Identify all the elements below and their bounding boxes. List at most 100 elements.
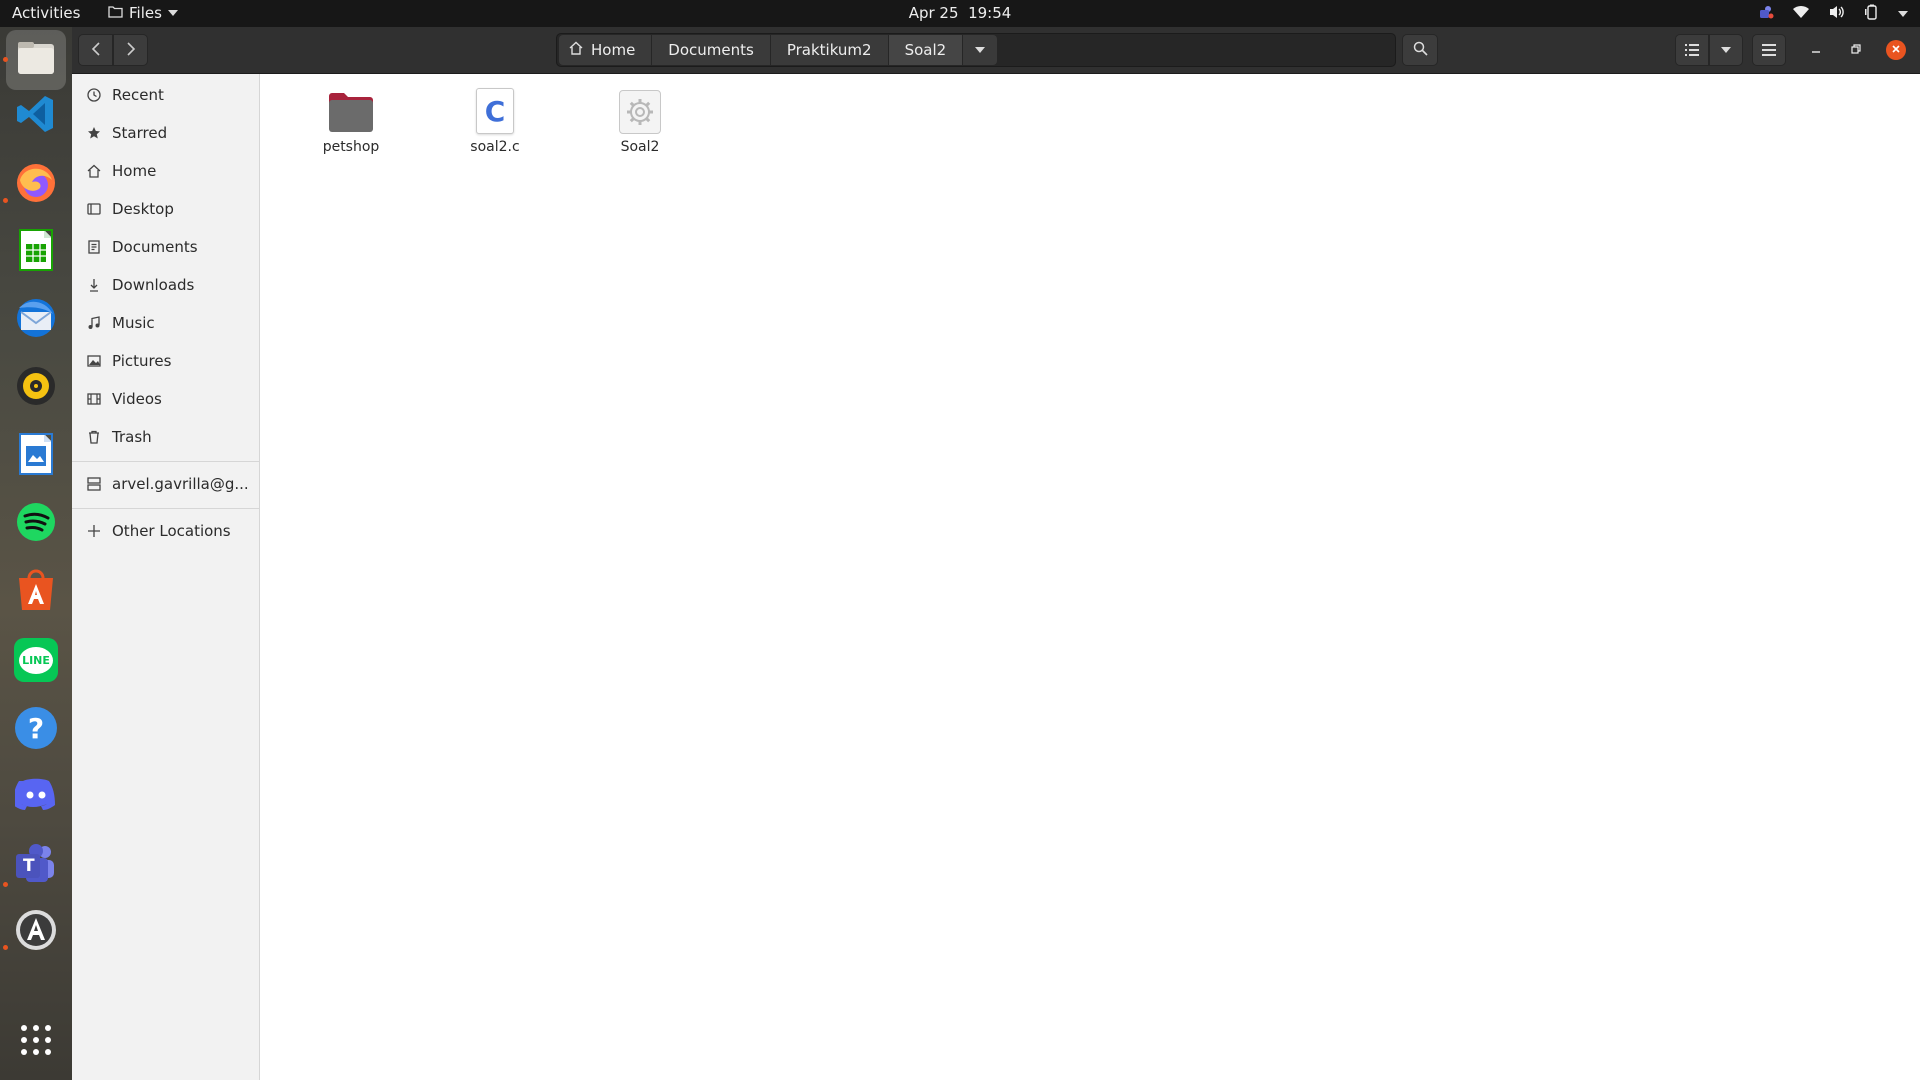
- file-view[interactable]: petshop C soal2.c Soal2: [261, 74, 1920, 1080]
- hamburger-menu-icon: [1762, 41, 1776, 60]
- file-item[interactable]: petshop: [296, 84, 406, 155]
- sidebar-item-label: Starred: [112, 124, 168, 142]
- back-button[interactable]: [78, 34, 113, 66]
- executable-file-icon: [585, 84, 695, 134]
- sidebar-item-label: Documents: [112, 238, 198, 256]
- breadcrumb-label: Documents: [668, 41, 754, 59]
- sidebar-item-label: Music: [112, 314, 155, 332]
- file-item[interactable]: C soal2.c: [440, 84, 550, 155]
- dock-writer[interactable]: [11, 431, 61, 481]
- wifi-icon[interactable]: [1792, 5, 1810, 23]
- video-icon: [86, 391, 102, 407]
- sidebar-item-recent[interactable]: Recent: [72, 77, 260, 113]
- sidebar-item-music[interactable]: Music: [72, 305, 260, 341]
- battery-icon[interactable]: [1864, 4, 1880, 24]
- sidebar-item-videos[interactable]: Videos: [72, 381, 260, 417]
- dock-updater[interactable]: [11, 907, 61, 957]
- list-view-icon: [1685, 41, 1699, 60]
- trash-icon: [86, 429, 102, 445]
- c-glyph: C: [484, 94, 506, 128]
- sidebar-divider: [72, 461, 260, 462]
- search-icon: [1413, 41, 1428, 60]
- picture-icon: [86, 353, 102, 369]
- chevron-down-icon: [975, 47, 986, 53]
- software-updater-icon: [14, 908, 58, 956]
- sidebar-item-label: Desktop: [112, 200, 174, 218]
- sidebar-item-label: Videos: [112, 390, 162, 408]
- dock-help[interactable]: ?: [11, 703, 61, 753]
- app-menu-label: Files: [129, 4, 162, 22]
- minimize-button[interactable]: [1806, 40, 1826, 60]
- dock-vscode[interactable]: [11, 91, 61, 141]
- c-source-file-icon: C: [440, 84, 550, 134]
- sidebar: Recent Starred Home Desktop Documents Do…: [72, 74, 260, 1080]
- activities-button[interactable]: Activities: [12, 4, 80, 22]
- dock-rhythmbox[interactable]: [11, 363, 61, 413]
- close-button[interactable]: [1886, 40, 1906, 60]
- clock-time: 19:54: [968, 4, 1012, 22]
- teams-tray-icon[interactable]: [1758, 4, 1774, 24]
- location-menu-button[interactable]: [963, 35, 998, 65]
- chevron-left-icon: [91, 41, 101, 60]
- sidebar-item-label: Trash: [112, 428, 152, 446]
- breadcrumb-documents[interactable]: Documents: [652, 35, 771, 65]
- dock-thunderbird[interactable]: [11, 295, 61, 345]
- volume-icon[interactable]: [1828, 4, 1846, 24]
- breadcrumb-praktikum2[interactable]: Praktikum2: [770, 35, 889, 65]
- teams-icon: T: [14, 842, 58, 886]
- clock: Apr 25 19:54: [0, 4, 1920, 22]
- search-button[interactable]: [1402, 34, 1438, 66]
- documents-icon: [86, 239, 102, 255]
- sidebar-item-home[interactable]: Home: [72, 153, 260, 189]
- forward-button[interactable]: [113, 34, 148, 66]
- view-toggle-button[interactable]: [1675, 34, 1709, 66]
- dock-spotify[interactable]: [11, 499, 61, 549]
- running-indicator: [3, 198, 8, 203]
- sidebar-item-starred[interactable]: Starred: [72, 115, 260, 151]
- sidebar-item-desktop[interactable]: Desktop: [72, 191, 260, 227]
- home-icon: [86, 163, 102, 179]
- dock-teams[interactable]: T: [11, 839, 61, 889]
- file-item[interactable]: Soal2: [585, 84, 695, 155]
- maximize-button[interactable]: [1846, 40, 1866, 60]
- teams-icon-letter: T: [23, 856, 35, 876]
- clock-button[interactable]: Apr 25 19:54: [909, 4, 1012, 22]
- show-applications-button[interactable]: [11, 1017, 61, 1067]
- app-menu[interactable]: Files: [108, 4, 178, 22]
- dock-discord[interactable]: [11, 771, 61, 821]
- sidebar-item-downloads[interactable]: Downloads: [72, 267, 260, 303]
- dock-line[interactable]: LINE: [11, 635, 61, 685]
- mail-icon: [13, 296, 59, 344]
- spreadsheet-icon: [18, 228, 54, 276]
- sidebar-item-trash[interactable]: Trash: [72, 419, 260, 455]
- chevron-down-icon: [1721, 47, 1731, 53]
- restore-icon: [1851, 43, 1861, 57]
- main-menu-button[interactable]: [1752, 34, 1786, 66]
- breadcrumb-soal2[interactable]: Soal2: [888, 35, 964, 65]
- music-icon: [86, 315, 102, 331]
- sidebar-item-label: arvel.gavrilla@g...: [112, 475, 249, 493]
- sidebar-item-other-locations[interactable]: Other Locations: [72, 513, 260, 549]
- dock-firefox[interactable]: [11, 159, 61, 209]
- sidebar-item-label: Pictures: [112, 352, 172, 370]
- dock-files[interactable]: [6, 30, 66, 90]
- sidebar-divider: [72, 508, 260, 509]
- chevron-down-icon[interactable]: [1898, 11, 1908, 17]
- sidebar-item-network-account[interactable]: arvel.gavrilla@g...: [72, 466, 260, 502]
- files-window: Home Documents Praktikum2 Soal2 Recent S…: [72, 27, 1920, 1080]
- firefox-icon: [14, 160, 58, 208]
- discord-icon: [13, 777, 57, 815]
- dock-software[interactable]: [11, 567, 61, 617]
- star-icon: [86, 125, 102, 141]
- breadcrumb-home[interactable]: Home: [559, 35, 653, 65]
- sidebar-item-documents[interactable]: Documents: [72, 229, 260, 265]
- vscode-icon: [15, 93, 57, 139]
- breadcrumb-label: Soal2: [904, 41, 947, 59]
- sidebar-item-pictures[interactable]: Pictures: [72, 343, 260, 379]
- system-tray[interactable]: [1758, 4, 1908, 24]
- app-grid-icon: [20, 1024, 52, 1060]
- view-options-button[interactable]: [1709, 34, 1743, 66]
- dock-calc[interactable]: [11, 227, 61, 277]
- plus-icon: [86, 523, 102, 539]
- running-indicator: [3, 882, 8, 887]
